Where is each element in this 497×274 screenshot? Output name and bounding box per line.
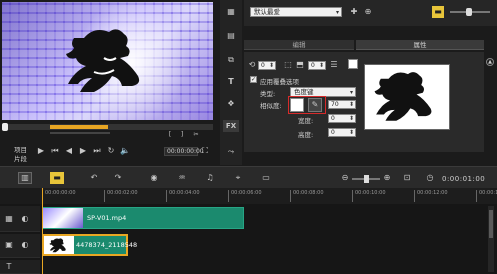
import-icon[interactable]: ⊕ — [362, 6, 374, 18]
audio-mixer-icon[interactable]: ♒ — [176, 172, 188, 184]
trim-range[interactable] — [50, 125, 108, 129]
ruler-tick: 00:00:14:00 — [476, 190, 497, 202]
instant-project-icon[interactable]: ▤ — [224, 30, 238, 42]
subtitle-icon[interactable]: ▭ — [260, 172, 272, 184]
video-track-header: ▦ ◐ — [0, 206, 40, 232]
spin-left[interactable]: 0 — [258, 61, 276, 70]
undo-icon[interactable]: ↶ — [88, 172, 100, 184]
fx-icon[interactable]: FX — [223, 120, 239, 132]
tiger-logo — [66, 29, 140, 92]
path-icon[interactable]: ⤳ — [224, 146, 238, 158]
align-icon[interactable]: ☰ — [330, 61, 338, 69]
trim-bar — [50, 132, 110, 134]
transition-icon[interactable]: ⧉ — [224, 54, 238, 66]
zoom-in-icon[interactable]: ⊕ — [382, 172, 392, 184]
video-clip[interactable]: SP-V01.mp4 — [42, 207, 244, 229]
tab-edit[interactable]: 编辑 — [244, 40, 354, 50]
overlay-track-header: ▣ ◐ — [0, 234, 40, 258]
timeline-zoom-slider[interactable] — [352, 175, 380, 183]
library-icon-column: ▦ ▤ ⧉ T ❖ FX ⤳ — [220, 0, 242, 165]
record-icon[interactable]: ◉ — [148, 172, 160, 184]
ruler-tick: 00:00:06:00 — [228, 190, 262, 202]
border-color-swatch[interactable] — [348, 59, 358, 69]
timeline-tracks: ▦ ◐ ▣ ◐ T SP-V01.mp4 4478374_2118548 — [0, 204, 497, 274]
split-icon[interactable]: ✂ — [192, 131, 200, 139]
repeat-icon[interactable]: ↻ — [106, 146, 116, 156]
overlay-clip[interactable]: 4478374_2118548 — [42, 234, 137, 256]
fit-icon[interactable]: ⊡ — [402, 172, 412, 184]
crop-icon[interactable]: ⬚ — [284, 61, 292, 69]
playhead[interactable] — [42, 188, 43, 274]
timeline-scrollbar[interactable] — [488, 206, 494, 272]
zoom-out-icon[interactable]: ⊖ — [340, 172, 350, 184]
text-icon[interactable]: T — [224, 76, 238, 88]
clip-label[interactable]: 片段 — [14, 153, 27, 163]
mark-out-icon[interactable]: ] — [178, 131, 186, 139]
ruler-tick: 00:00:10:00 — [352, 190, 386, 202]
visibility-icon[interactable]: ◐ — [20, 214, 30, 224]
overlay-visibility-icon[interactable]: ◐ — [20, 240, 30, 250]
eyedropper-icon[interactable]: ✎ — [308, 98, 322, 112]
add-favorite-icon[interactable]: ✚ — [348, 6, 360, 18]
fullscreen-icon[interactable]: ⛶ — [200, 146, 210, 156]
library-select[interactable]: 默认最爱 — [250, 7, 342, 17]
title-track-header: T — [0, 260, 40, 274]
ruler-tick: 00:00:04:00 — [166, 190, 200, 202]
timeline-view-icon[interactable]: ▬ — [50, 172, 64, 184]
auto-music-icon[interactable]: ♫ — [204, 172, 216, 184]
volume-icon[interactable]: 🔈 — [120, 146, 130, 156]
zoom-slider[interactable] — [450, 8, 490, 16]
media-icon[interactable]: ▦ — [224, 6, 238, 18]
apply-overlay-checkbox[interactable]: ✓ — [250, 76, 257, 83]
library-bar: 默认最爱 ✚ ⊕ ▬ — [244, 0, 497, 26]
scrubber[interactable] — [2, 123, 213, 131]
timecode-field[interactable]: 00:00:00:00 — [164, 147, 204, 156]
graphics-icon[interactable]: ❖ — [224, 98, 238, 110]
type-label: 类型: — [260, 90, 276, 98]
tab-properties[interactable]: 属性 — [356, 40, 484, 50]
height-spin[interactable]: 0 — [328, 128, 356, 137]
resize-icon[interactable]: ⬒ — [296, 61, 304, 69]
similarity-spin[interactable]: 70 — [328, 100, 356, 109]
ruler-tick: 00:00:00:00 — [42, 190, 76, 202]
video-track-icon[interactable]: ▦ — [4, 214, 14, 224]
scrubber-handle[interactable] — [2, 123, 8, 131]
height-label: 高度: — [298, 131, 314, 139]
timeline-ruler[interactable]: 00:00:00:00 00:00:02:00 00:00:04:00 00:00:0… — [40, 188, 497, 204]
clip-thumbnail — [43, 208, 83, 228]
clock-icon[interactable]: ◷ — [424, 172, 436, 184]
ruler-tick: 00:00:02:00 — [104, 190, 138, 202]
ruler-tick: 00:00:08:00 — [290, 190, 324, 202]
width-label: 宽度: — [298, 117, 314, 125]
play-icon[interactable]: ▶ — [36, 146, 46, 156]
redo-icon[interactable]: ↷ — [112, 172, 124, 184]
timeline-toolbar: ▥ ▬ ↶ ↷ ◉ ♒ ♫ ⌖ ▭ ⊖ ⊕ ⊡ ◷ 0:00:01:00 — [0, 166, 497, 188]
similarity-label: 相似度: — [260, 102, 282, 110]
title-track-icon[interactable]: T — [4, 262, 14, 272]
options-panel: ⟲ 0 ⬚ ⬒ 0 ☰ ✓ 应用覆叠选项 类型: 色度键 相似度: ✎ 70 宽… — [244, 52, 484, 152]
next-frame-icon[interactable]: ▶ — [78, 146, 88, 156]
timeline-time-display: 0:00:01:00 — [442, 175, 486, 183]
overlay-thumbnail — [44, 236, 74, 254]
apply-overlay-label: 应用覆叠选项 — [260, 78, 299, 86]
storyboard-view-icon[interactable]: ▥ — [18, 172, 32, 184]
key-color-swatch[interactable] — [290, 98, 304, 112]
prev-frame-icon[interactable]: ◀ — [64, 146, 74, 156]
rotate-icon[interactable]: ⟲ — [248, 61, 256, 69]
spin-right[interactable]: 0 — [308, 61, 326, 70]
preview-window — [2, 2, 213, 120]
clip2-name: 4478374_2118548 — [76, 241, 138, 249]
view-icon[interactable]: ▬ — [432, 6, 444, 18]
overlay-track-icon[interactable]: ▣ — [4, 240, 14, 250]
width-spin[interactable]: 0 — [328, 114, 356, 123]
motion-tracking-icon[interactable]: ⌖ — [232, 172, 244, 184]
clip1-name: SP-V01.mp4 — [87, 214, 127, 222]
chroma-preview — [364, 64, 450, 130]
home-icon[interactable]: ⏮ — [50, 146, 60, 156]
tiger-logo-thumb — [374, 72, 432, 121]
end-icon[interactable]: ⏭ — [92, 146, 102, 156]
options-close-icon[interactable]: ▲ — [486, 58, 494, 66]
ruler-tick: 00:00:12:00 — [414, 190, 448, 202]
mark-in-icon[interactable]: [ — [166, 131, 174, 139]
